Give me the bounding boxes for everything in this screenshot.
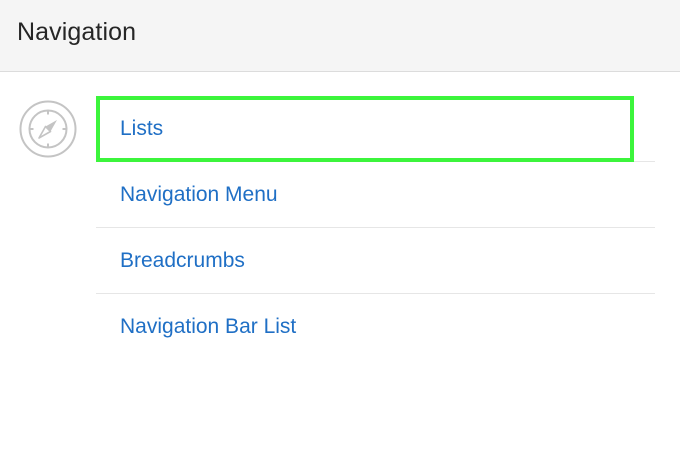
nav-link-lists[interactable]: Lists xyxy=(120,116,163,142)
panel-header: Navigation xyxy=(0,0,680,72)
nav-link-navigation-bar-list[interactable]: Navigation Bar List xyxy=(120,314,296,340)
nav-item-navigation-bar-list[interactable]: Navigation Bar List xyxy=(96,294,655,360)
nav-item-lists[interactable]: Lists xyxy=(96,96,655,162)
nav-item-navigation-menu[interactable]: Navigation Menu xyxy=(96,162,655,228)
navigation-list: Lists Navigation Menu Breadcrumbs Naviga… xyxy=(96,96,655,360)
nav-link-navigation-menu[interactable]: Navigation Menu xyxy=(120,182,278,208)
panel-title: Navigation xyxy=(17,18,137,46)
nav-link-breadcrumbs[interactable]: Breadcrumbs xyxy=(120,248,245,274)
nav-item-breadcrumbs[interactable]: Breadcrumbs xyxy=(96,228,655,294)
compass-icon xyxy=(19,100,77,158)
